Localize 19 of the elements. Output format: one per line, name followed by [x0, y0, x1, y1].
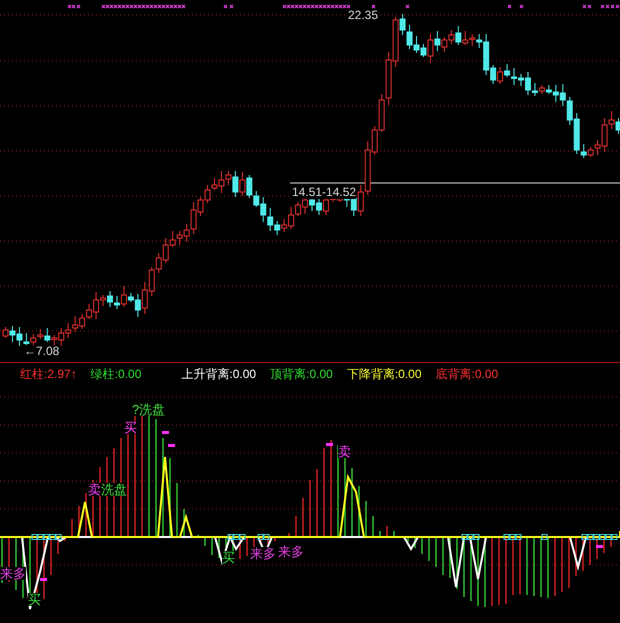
price-label: ←7.08 — [24, 345, 60, 358]
signal-label: 洗盘 — [101, 483, 127, 496]
legend-value: 顶背离:0.00 — [270, 366, 333, 382]
signal-label: 卖 — [88, 483, 101, 496]
legend-value: 底背离:0.00 — [436, 366, 498, 382]
signal-label: 买 — [124, 421, 137, 434]
price-label: 22.35 — [348, 9, 378, 22]
signal-label: 来多 — [278, 545, 304, 558]
signal-label: 卖 — [338, 445, 351, 458]
signal-label: 来多 — [250, 547, 276, 560]
signal-label: ?洗盘 — [132, 403, 166, 416]
signal-label: 买 — [222, 551, 235, 564]
legend-value: 上升背离:0.00 — [181, 366, 256, 382]
signal-label: 来多 — [0, 567, 26, 580]
legend-value: 下降背离:0.00 — [346, 366, 422, 382]
legend-value: 绿柱:0.00 — [90, 366, 142, 382]
legend-value: 红柱:2.97↑ — [20, 366, 77, 382]
price-label: 14.51-14.52 — [292, 186, 356, 199]
signal-label: 买 — [28, 593, 41, 606]
